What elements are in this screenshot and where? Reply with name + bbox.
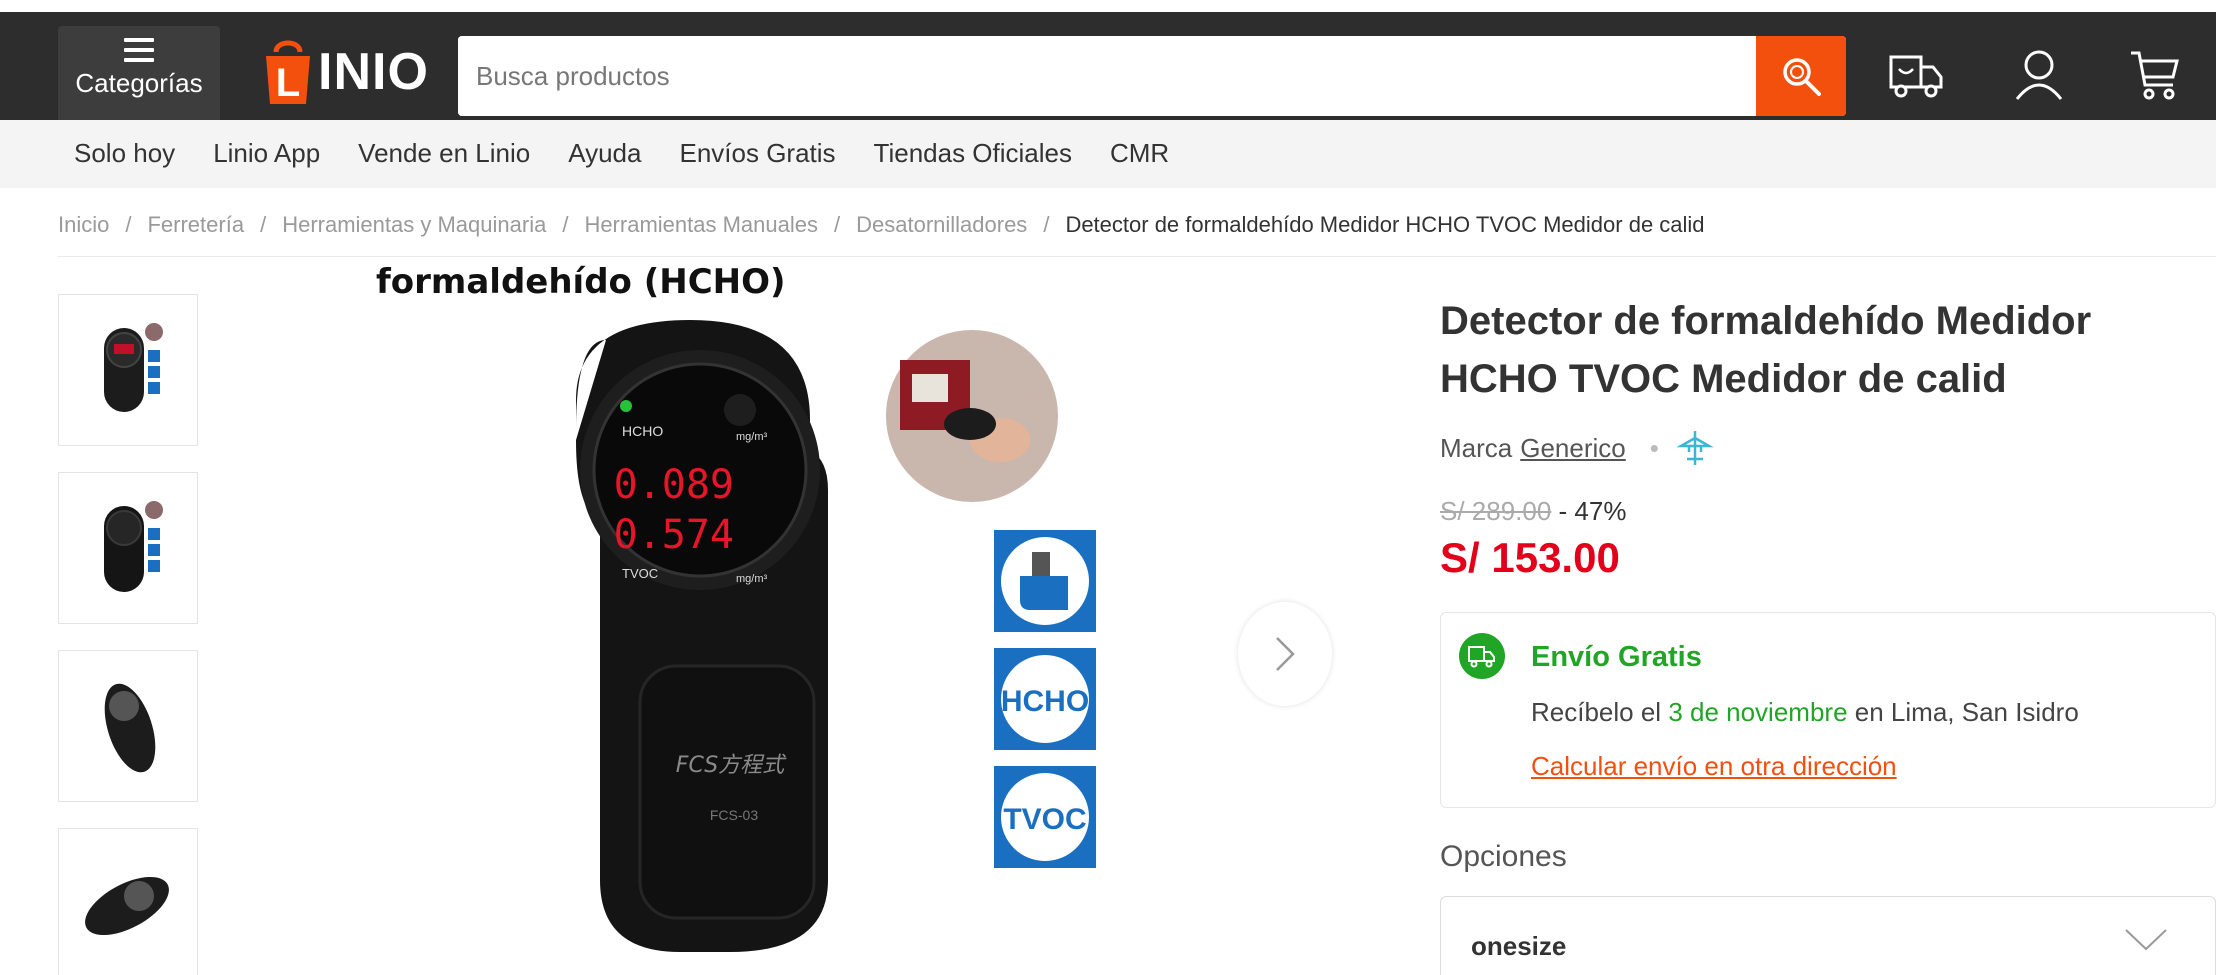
categories-label: Categorías — [75, 68, 203, 98]
svg-text:L: L — [276, 61, 300, 105]
old-price: S/ 289.00 — [1440, 496, 1552, 526]
shipping-truck-icon — [1459, 633, 1505, 679]
menu-icon — [124, 38, 154, 62]
thumbnail-3[interactable] — [58, 650, 198, 802]
device-reading-1: 0.089 — [614, 462, 734, 508]
breadcrumb-separator: / — [260, 212, 267, 237]
brand-line: Marca Generico • — [1440, 428, 1715, 468]
old-price-line: S/ 289.00 - 47% — [1440, 496, 1626, 527]
device-label-hcho: HCHO — [622, 423, 663, 439]
delivery-date: 3 de noviembre — [1668, 697, 1848, 727]
shopping-bag-logo-icon: L — [262, 38, 314, 106]
delivery-truck-icon[interactable] — [1882, 40, 1952, 110]
search-input[interactable] — [458, 36, 1756, 116]
breadcrumb-item[interactable]: Herramientas Manuales — [584, 212, 818, 238]
shipping-box: Envío Gratis Recíbelo el 3 de noviembre … — [1440, 612, 2216, 808]
nav-item-vende-en-linio[interactable]: Vende en Linio — [358, 138, 530, 169]
search-bar — [458, 36, 1846, 116]
device-unit: mg/m³ — [736, 573, 768, 585]
linio-logo[interactable]: L INIO — [262, 32, 429, 112]
next-image-button[interactable] — [1238, 602, 1332, 706]
delivery-prefix: Recíbelo el — [1531, 697, 1662, 727]
breadcrumb-separator: / — [562, 212, 569, 237]
image-caption: formaldehído (HCHO) — [376, 262, 786, 302]
device-model: FCS-03 — [710, 807, 758, 823]
badge-tvoc: TVOC — [1003, 803, 1086, 836]
nav-item-envios-gratis[interactable]: Envíos Gratis — [679, 138, 835, 169]
breadcrumb-current: Detector de formaldehído Medidor HCHO TV… — [1065, 212, 1705, 237]
breadcrumb-separator: / — [1043, 212, 1050, 237]
airplane-icon — [1676, 431, 1714, 465]
discount-percent: - 47% — [1558, 496, 1627, 526]
device-brand-mark: FCS方程式 — [676, 753, 787, 778]
chevron-down-icon — [2125, 929, 2167, 951]
selected-option: onesize — [1471, 931, 1567, 961]
nav-item-linio-app[interactable]: Linio App — [213, 138, 320, 169]
categories-button[interactable]: Categorías — [58, 26, 220, 124]
options-label: Opciones — [1440, 840, 1567, 873]
nav-item-tiendas-oficiales[interactable]: Tiendas Oficiales — [874, 138, 1072, 169]
top-header: Categorías L INIO — [0, 0, 2216, 124]
device-unit: mg/m³ — [736, 431, 768, 443]
thumbnail-2[interactable] — [58, 472, 198, 624]
breadcrumb-item[interactable]: Herramientas y Maquinaria — [282, 212, 546, 238]
brand-link[interactable]: Generico — [1520, 433, 1626, 464]
breadcrumb-item[interactable]: Inicio — [58, 212, 109, 238]
shopping-cart-icon[interactable] — [2120, 40, 2190, 110]
search-button[interactable] — [1756, 36, 1846, 116]
delivery-estimate: Recíbelo el 3 de noviembre en Lima, San … — [1531, 697, 2079, 728]
detector-thumbnail-image — [104, 683, 156, 773]
page: Categorías L INIO Busca productos Solo h… — [0, 0, 2216, 975]
thumbnail-4[interactable] — [58, 828, 198, 975]
search-icon — [1783, 58, 1821, 96]
brand-prefix: Marca — [1440, 432, 1513, 463]
main-product-image[interactable]: HCHO mg/m³ 0.089 0.574 TVOC mg/m³ FCS方程式… — [560, 320, 1120, 960]
breadcrumb-separator: / — [125, 212, 132, 237]
secondary-nav: Solo hoy Linio App Vende en Linio Ayuda … — [0, 120, 2216, 188]
nav-item-cmr[interactable]: CMR — [1110, 138, 1169, 169]
detector-thumbnail-image — [85, 876, 169, 936]
product-title: Detector de formaldehído Medidor HCHO TV… — [1440, 299, 2092, 401]
device-label-tvoc: TVOC — [622, 566, 658, 581]
calculate-shipping-link[interactable]: Calcular envío en otra dirección — [1531, 751, 1897, 782]
delivery-location: en Lima, San Isidro — [1854, 697, 2079, 727]
device-reading-2: 0.574 — [614, 512, 734, 558]
divider — [58, 256, 2216, 257]
nav-item-ayuda[interactable]: Ayuda — [568, 138, 641, 169]
logo-text: INIO — [318, 43, 429, 101]
detector-thumbnail-image — [104, 501, 163, 592]
shipping-title: Envío Gratis — [1531, 641, 1702, 673]
dot-separator: • — [1649, 432, 1659, 463]
breadcrumb-separator: / — [833, 212, 841, 237]
user-account-icon[interactable] — [2004, 40, 2074, 110]
badge-hcho: HCHO — [1001, 685, 1089, 718]
current-price: S/ 153.00 — [1440, 534, 1620, 581]
chevron-right-icon — [1276, 637, 1295, 671]
nav-item-solo-hoy[interactable]: Solo hoy — [74, 138, 175, 169]
breadcrumb-item[interactable]: Desatornilladores — [856, 212, 1027, 238]
detector-thumbnail-image — [104, 323, 163, 412]
size-select[interactable]: onesize — [1440, 896, 2216, 975]
thumbnail-1[interactable] — [58, 294, 198, 446]
breadcrumb-item[interactable]: Ferretería — [147, 212, 244, 238]
breadcrumb: Inicio / Ferretería / Herramientas y Maq… — [58, 212, 1705, 238]
